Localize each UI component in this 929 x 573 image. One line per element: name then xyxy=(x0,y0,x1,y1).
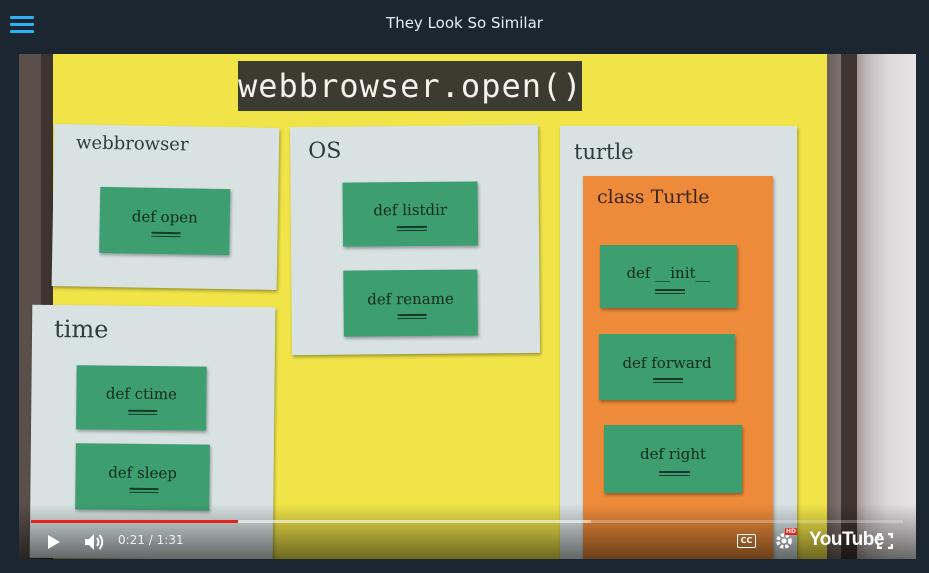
note-def-forward: def forward xyxy=(599,334,735,400)
video-caption: webbrowser.open() xyxy=(238,61,582,111)
duration: 1:31 xyxy=(156,533,184,547)
progress-played xyxy=(31,520,238,523)
note-text: def ctime xyxy=(105,384,178,404)
progress-bar[interactable] xyxy=(31,520,903,523)
hd-badge: HD xyxy=(785,528,798,535)
note-text: def listdir xyxy=(373,200,448,220)
fullscreen-icon[interactable] xyxy=(876,532,894,553)
note-text: def forward xyxy=(622,353,712,372)
note-text: def rename xyxy=(367,289,454,309)
card-webbrowser: webbrowser def open xyxy=(51,124,280,290)
note-def-rename: def rename xyxy=(343,269,478,337)
captions-icon[interactable]: CC xyxy=(737,534,756,548)
volume-icon[interactable] xyxy=(84,532,106,556)
time-separator: / xyxy=(148,533,153,547)
card-title: OS xyxy=(308,138,342,164)
top-bar: They Look So Similar xyxy=(0,0,929,54)
board-frame-right xyxy=(841,54,857,559)
play-icon[interactable] xyxy=(47,534,61,554)
note-def-init: def __init__ xyxy=(600,245,737,308)
note-text: def sleep xyxy=(108,463,177,483)
card-title: webbrowser xyxy=(75,132,189,156)
captions-label: CC xyxy=(740,536,753,545)
card-os: OS def listdir def rename xyxy=(290,124,540,356)
note-text: def __init__ xyxy=(626,263,711,282)
video-player[interactable]: webbrowser.open() webbrowser def open OS… xyxy=(19,54,916,559)
note-text: def open xyxy=(131,207,198,227)
note-text: def right xyxy=(639,445,707,464)
note-def-sleep: def sleep xyxy=(75,443,210,511)
card-title: time xyxy=(53,314,109,344)
note-def-ctime: def ctime xyxy=(76,365,207,431)
card-class-turtle: class Turtle def __init__ def forward de… xyxy=(583,176,773,559)
note-def-open: def open xyxy=(99,186,231,256)
time-display: 0:21 / 1:31 xyxy=(118,533,184,547)
card-title: turtle xyxy=(574,140,634,164)
note-def-right: def right xyxy=(604,425,742,493)
page-title: They Look So Similar xyxy=(386,14,543,32)
note-def-listdir: def listdir xyxy=(342,181,479,247)
youtube-logo[interactable]: YouTube xyxy=(809,529,884,551)
card-title: class Turtle xyxy=(597,186,710,208)
current-time: 0:21 xyxy=(118,533,145,547)
settings-icon[interactable]: HD xyxy=(774,528,798,555)
